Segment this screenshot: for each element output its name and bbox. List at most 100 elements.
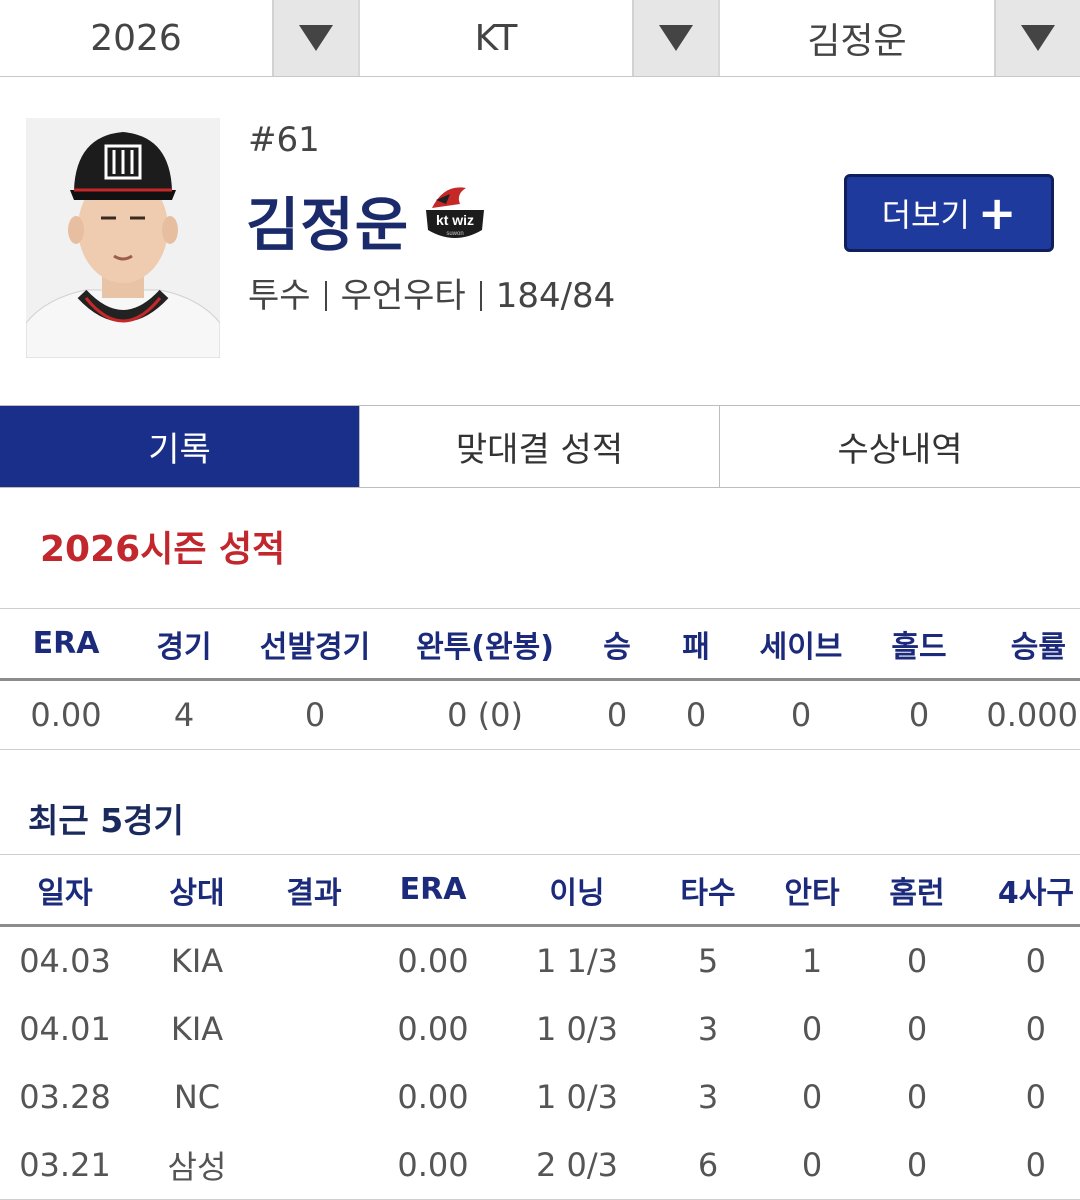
- table-cell: 0 (0): [447, 696, 523, 734]
- table-cell: 0: [1025, 1010, 1046, 1048]
- plus-icon: +: [977, 186, 1017, 240]
- recent-games-title: 최근 5경기: [28, 801, 184, 840]
- team-select-value: KT: [474, 17, 518, 59]
- table-cell: 3: [697, 1078, 719, 1116]
- divider: [479, 281, 482, 311]
- column-header: 승: [603, 629, 631, 665]
- tab-head-to-head[interactable]: 맞대결 성적: [360, 406, 720, 487]
- table-cell: 03.28: [19, 1078, 111, 1116]
- column-header: 타수: [680, 875, 736, 911]
- table-cell: 0: [801, 1146, 823, 1184]
- column-header: 선발경기: [259, 629, 371, 665]
- table-row: 04.03 KIA 0.00 1 1/3 5 1 0 0: [0, 927, 1080, 995]
- table-cell: [264, 1131, 364, 1199]
- table-cell: 0: [801, 1078, 823, 1116]
- chevron-down-icon[interactable]: [632, 0, 718, 76]
- table-cell: 0: [790, 696, 812, 734]
- column-header: 완투(완봉): [416, 629, 554, 665]
- tab-awards[interactable]: 수상내역: [720, 406, 1080, 487]
- table-cell: 0: [606, 696, 628, 734]
- table-cell: 04.01: [19, 1010, 111, 1048]
- table-cell: 0.00: [397, 1146, 469, 1184]
- tab-records[interactable]: 기록: [0, 406, 360, 487]
- table-cell: 5: [697, 942, 719, 980]
- more-button[interactable]: 더보기 +: [844, 174, 1054, 252]
- table-cell: 6: [697, 1146, 719, 1184]
- table-cell: 0.00: [397, 1010, 469, 1048]
- kt-wiz-logo-icon: kt wiz suwon: [422, 182, 488, 248]
- column-header: 승률: [1010, 629, 1066, 665]
- table-cell: 0: [906, 1078, 928, 1116]
- player-photo: [26, 118, 220, 358]
- divider: [324, 281, 327, 311]
- recent-games-table: 일자 상대 결과 ERA 이닝 타수 안타 홈런 4사구 04.03 KIA 0…: [0, 854, 1080, 1200]
- column-header: 상대: [169, 875, 225, 911]
- table-cell: 0: [906, 1146, 928, 1184]
- table-cell: 0.00: [397, 942, 469, 980]
- column-header: 이닝: [549, 875, 605, 911]
- table-cell: [264, 1063, 364, 1131]
- column-header: ERA: [399, 872, 467, 907]
- table-cell: 0: [685, 696, 707, 734]
- table-cell: [264, 995, 364, 1063]
- column-header: 4사구: [997, 875, 1074, 911]
- table-cell: 0: [906, 1010, 928, 1048]
- column-header: 안타: [784, 875, 840, 911]
- table-cell: 1 1/3: [535, 942, 619, 980]
- chevron-down-icon[interactable]: [272, 0, 358, 76]
- column-header: 경기: [156, 629, 212, 665]
- table-header-row: ERA 경기 선발경기 완투(완봉) 승 패 세이브 홀드 승률: [0, 609, 1080, 681]
- table-cell: 04.03: [19, 942, 111, 980]
- table-row: 03.28 NC 0.00 1 0/3 3 0 0 0: [0, 1063, 1080, 1131]
- table-cell: [264, 927, 364, 995]
- table-cell: 0: [1025, 1078, 1046, 1116]
- svg-text:kt wiz: kt wiz: [436, 212, 474, 228]
- table-cell: 0.00: [397, 1078, 469, 1116]
- table-row: 0.00 4 0 0 (0) 0 0 0 0 0.000: [0, 681, 1080, 750]
- player-info: 투수 우언우타 184/84: [248, 268, 615, 317]
- table-cell: KIA: [170, 942, 224, 980]
- player-body: 184/84: [495, 276, 616, 316]
- table-cell: 0: [801, 1010, 823, 1048]
- player-select[interactable]: 김정운: [720, 0, 1080, 76]
- table-cell: 2 0/3: [535, 1146, 619, 1184]
- table-cell: NC: [173, 1078, 221, 1116]
- column-header: 홈런: [889, 875, 945, 911]
- column-header: 일자: [37, 875, 93, 911]
- table-cell: 0: [304, 696, 326, 734]
- year-select-value: 2026: [90, 17, 182, 59]
- table-cell: 0.000: [986, 696, 1078, 734]
- table-row: 04.01 KIA 0.00 1 0/3 3 0 0 0: [0, 995, 1080, 1063]
- filter-bar: 2026 KT 김정운: [0, 0, 1080, 77]
- table-header-row: 일자 상대 결과 ERA 이닝 타수 안타 홈런 4사구: [0, 855, 1080, 927]
- table-cell: 0.00: [30, 696, 102, 734]
- table-cell: 3: [697, 1010, 719, 1048]
- team-select[interactable]: KT: [360, 0, 720, 76]
- table-cell: 0: [1025, 1146, 1046, 1184]
- column-header: 패: [682, 629, 710, 665]
- table-cell: KIA: [170, 1010, 224, 1048]
- tab-bar: 기록 맞대결 성적 수상내역: [0, 405, 1080, 488]
- column-header: ERA: [32, 626, 100, 661]
- table-cell: 1 0/3: [535, 1010, 619, 1048]
- year-select[interactable]: 2026: [0, 0, 360, 76]
- table-cell: 1: [801, 942, 823, 980]
- player-number: #61: [248, 120, 320, 160]
- player-select-value: 김정운: [807, 21, 907, 62]
- table-cell: 1 0/3: [535, 1078, 619, 1116]
- table-cell: 0: [908, 696, 930, 734]
- svg-text:suwon: suwon: [446, 231, 463, 237]
- table-cell: 4: [173, 696, 195, 734]
- player-position: 투수: [248, 276, 311, 316]
- more-button-label: 더보기: [881, 196, 970, 234]
- season-title: 2026시즌 성적: [40, 529, 286, 570]
- table-cell: 삼성: [167, 1148, 227, 1186]
- player-hand: 우언우타: [340, 276, 466, 316]
- table-cell: 03.21: [19, 1146, 111, 1184]
- column-header: 홀드: [891, 629, 947, 665]
- column-header: 세이브: [759, 629, 843, 665]
- chevron-down-icon[interactable]: [994, 0, 1080, 76]
- player-name: 김정운: [246, 191, 410, 259]
- season-stats-table: ERA 경기 선발경기 완투(완봉) 승 패 세이브 홀드 승률 0.00 4 …: [0, 608, 1080, 750]
- column-header: 결과: [286, 875, 342, 911]
